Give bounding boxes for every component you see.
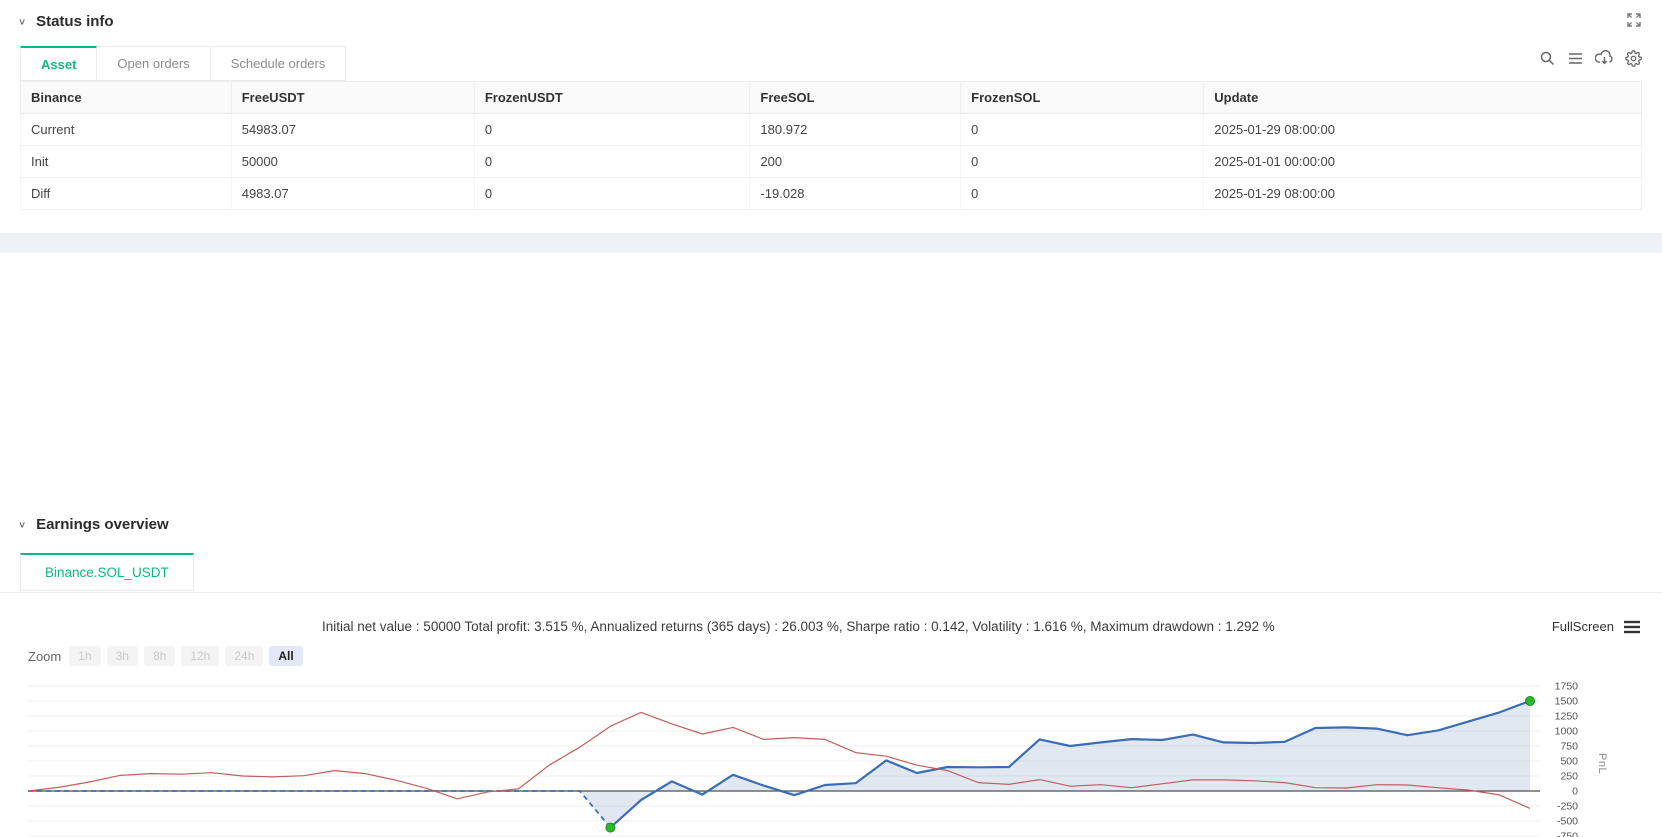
chart-menu-icon[interactable]	[1624, 620, 1640, 634]
collapse-chevron-icon[interactable]: ∨	[18, 16, 26, 27]
zoom-option-8h[interactable]: 8h	[143, 646, 176, 666]
collapse-chevron-icon[interactable]: ∨	[18, 519, 26, 530]
search-icon[interactable]	[1539, 50, 1556, 67]
tab-schedule-orders[interactable]: Schedule orders	[210, 46, 347, 81]
svg-text:750: 750	[1560, 741, 1578, 753]
earnings-chart[interactable]: 17501500125010007505002500-250-500-750-1…	[0, 671, 1662, 837]
svg-text:1500: 1500	[1555, 696, 1579, 708]
table-cell: 4983.07	[230, 177, 475, 210]
gear-icon[interactable]	[1625, 50, 1642, 67]
table-cell: 2025-01-29 08:00:00	[1203, 177, 1642, 210]
stats-summary: Initial net value : 50000 Total profit: …	[322, 619, 1275, 634]
tab-asset[interactable]: Asset	[20, 46, 98, 81]
zoom-option-1h[interactable]: 1h	[69, 646, 101, 666]
table-cell: 200	[749, 145, 962, 178]
svg-text:-750: -750	[1557, 831, 1578, 837]
zoom-option-all[interactable]: All	[269, 646, 303, 666]
pnl-line-dashed	[28, 790, 612, 829]
table-cell: 2025-01-29 08:00:00	[1203, 113, 1642, 146]
svg-text:1000: 1000	[1555, 726, 1579, 738]
fullscreen-label: FullScreen	[1551, 619, 1614, 634]
pnl-panel	[27, 685, 1540, 837]
earnings-header: ∨ Earnings overview	[18, 516, 169, 533]
table-cell: 180.972	[749, 113, 962, 146]
axis-label-pnl: PnL	[1596, 753, 1608, 775]
col-header-frozenusdt: FrozenUSDT	[473, 81, 751, 114]
zoom-option-24h[interactable]: 24h	[225, 646, 264, 666]
svg-text:0: 0	[1572, 786, 1578, 798]
cloud-download-icon[interactable]	[1595, 50, 1614, 67]
table-cell: 50000	[230, 145, 475, 178]
zoom-label: Zoom	[28, 648, 62, 664]
table-cell: 0	[960, 113, 1205, 146]
earnings-title: Earnings overview	[36, 516, 169, 533]
status-tabs: Asset Open orders Schedule orders	[20, 46, 347, 81]
fullscreen-button[interactable]: FullScreen	[1552, 619, 1640, 634]
pnl-marker	[1525, 696, 1535, 706]
table-cell: Init	[20, 145, 232, 178]
col-header-update: Update	[1203, 81, 1642, 114]
svg-text:1250: 1250	[1555, 711, 1579, 723]
zoom-option-3h[interactable]: 3h	[106, 646, 138, 666]
table-cell[interactable]: Current	[20, 113, 232, 146]
table-row: Init 50000 0 200 0 2025-01-01 00:00:00	[20, 145, 1642, 178]
pnl-area	[579, 701, 1530, 828]
status-info-header: ∨ Status info	[18, 13, 114, 30]
svg-text:500: 500	[1560, 756, 1578, 768]
status-info-title: Status info	[36, 13, 114, 30]
svg-text:-250: -250	[1557, 801, 1578, 813]
svg-text:-500: -500	[1557, 816, 1578, 828]
status-info-card: ∨ Status info Asset Open orders Schedule…	[0, 0, 1662, 233]
table-toolbar	[1539, 50, 1642, 67]
table-cell: 54983.07	[230, 113, 475, 146]
earnings-overview-card: ∨ Earnings overview Binance.SOL_USDT Ini…	[0, 253, 1662, 837]
tab-binance-sol-usdt[interactable]: Binance.SOL_USDT	[20, 553, 194, 591]
tab-open-orders[interactable]: Open orders	[97, 46, 211, 81]
expand-icon[interactable]	[1626, 12, 1642, 33]
zoom-option-12h[interactable]: 12h	[181, 646, 220, 666]
asset-table: Binance FreeUSDT FrozenUSDT FreeSOL FrozenSO…	[20, 81, 1642, 210]
svg-text:1750: 1750	[1555, 681, 1579, 693]
table-cell: 0	[960, 145, 1205, 178]
table-cell: -19.028	[749, 177, 962, 210]
table-cell: 0	[473, 177, 751, 210]
table-cell: 0	[473, 113, 751, 146]
table-cell: 0	[473, 145, 751, 178]
col-header-freesol: FreeSOL	[749, 81, 962, 114]
menu-icon[interactable]	[1567, 50, 1584, 67]
col-header-binance: Binance	[20, 81, 232, 114]
svg-text:250: 250	[1560, 771, 1578, 783]
col-header-freeusdt: FreeUSDT	[230, 81, 475, 114]
table-cell: 0	[960, 177, 1205, 210]
tabs-divider	[0, 592, 1662, 593]
zoom-controls: Zoom 1h 3h 8h 12h 24h All	[28, 646, 303, 666]
table-row: Current 54983.07 0 180.972 0 2025-01-29 08:00…	[20, 113, 1642, 146]
table-cell: 2025-01-01 00:00:00	[1203, 145, 1642, 178]
table-cell: Diff	[20, 177, 232, 210]
table-row: Diff 4983.07 0 -19.028 0 2025-01-29 08:00:00	[20, 177, 1642, 210]
pnl-marker	[605, 822, 616, 833]
col-header-frozensol: FrozenSOL	[960, 81, 1205, 114]
